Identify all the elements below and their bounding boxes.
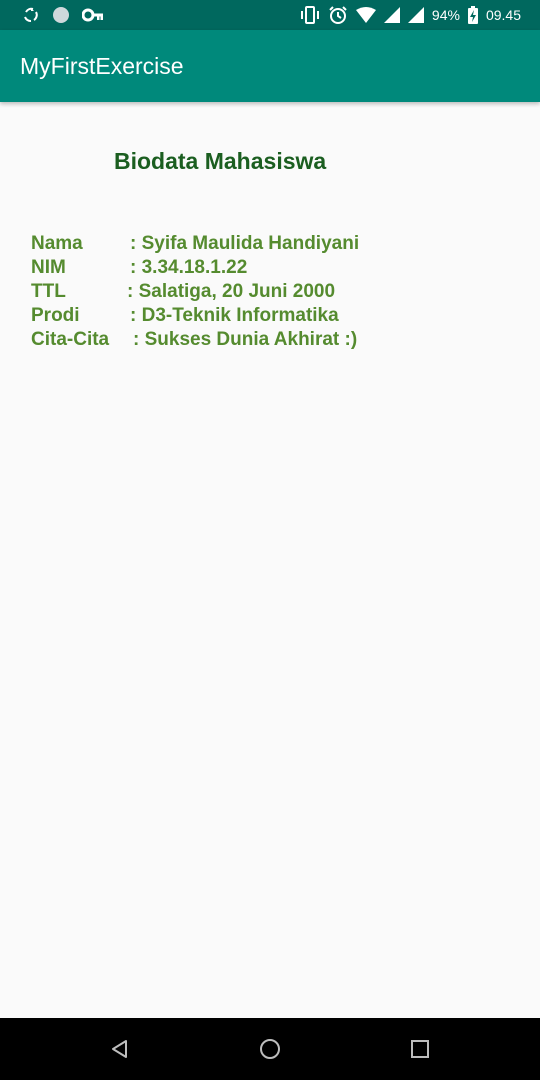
- recents-icon: [411, 1040, 429, 1058]
- bio-value: : Sukses Dunia Akhirat :): [133, 329, 358, 350]
- bio-value: : Salatiga, 20 Juni 2000: [127, 281, 336, 302]
- status-right-icons: 94% 09.45: [300, 4, 521, 26]
- key-icon: [82, 7, 104, 23]
- battery-percent: 94%: [431, 7, 460, 23]
- circle-icon: [52, 6, 70, 24]
- bio-label: TTL: [31, 281, 66, 302]
- page-heading: Biodata Mahasiswa: [114, 148, 327, 174]
- sync-icon: [22, 6, 40, 24]
- home-button[interactable]: [258, 1037, 282, 1061]
- app-bar: MyFirstExercise: [0, 30, 540, 102]
- bio-value: : 3.34.18.1.22: [130, 257, 248, 278]
- alarm-icon: [328, 5, 348, 25]
- back-icon: [112, 1040, 127, 1058]
- recents-button[interactable]: [408, 1037, 432, 1061]
- bio-label: Cita-Cita: [31, 329, 110, 350]
- battery-charging-icon: [467, 6, 478, 24]
- bio-label: Prodi: [31, 305, 80, 326]
- back-button[interactable]: [108, 1037, 132, 1061]
- wifi-icon: [355, 7, 376, 23]
- bio-label: Nama: [31, 233, 83, 254]
- vibrate-icon: [300, 6, 320, 24]
- bio-label: NIM: [31, 257, 66, 278]
- bio-value: : D3-Teknik Informatika: [130, 305, 339, 326]
- clock: 09.45: [485, 7, 521, 23]
- bio-value: : Syifa Maulida Handiyani: [130, 233, 360, 254]
- signal-icon: [407, 7, 424, 23]
- app-title: MyFirstExercise: [20, 53, 184, 79]
- status-bar: 94% 09.45: [0, 0, 540, 30]
- signal-icon: [383, 7, 400, 23]
- home-icon: [260, 1039, 280, 1059]
- main-content: Biodata Mahasiswa Nama : Syifa Maulida H…: [0, 102, 540, 1018]
- navigation-bar: [0, 1018, 540, 1080]
- status-left-icons: [22, 4, 104, 26]
